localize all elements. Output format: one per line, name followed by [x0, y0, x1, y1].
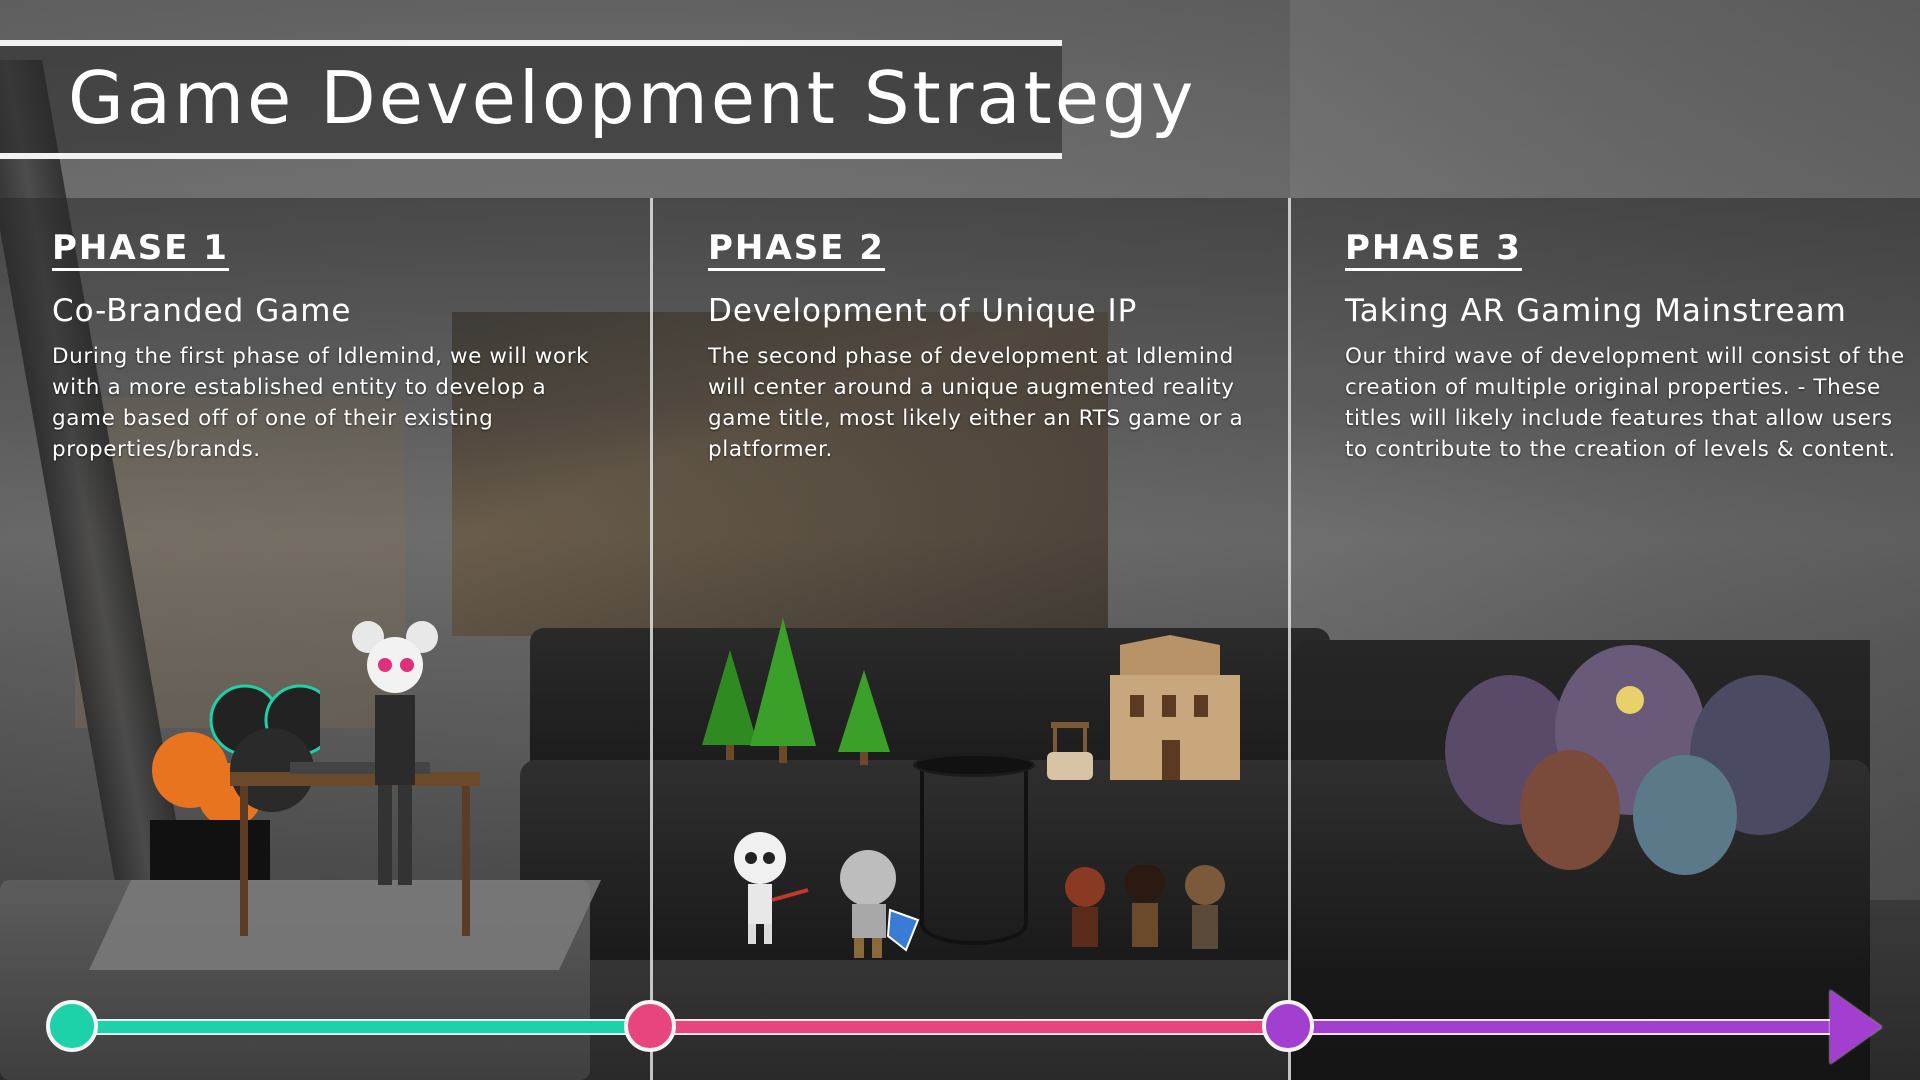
- phase-2-column: PHASE 2 Development of Unique IP The sec…: [708, 228, 1268, 465]
- phase-1-column: PHASE 1 Co-Branded Game During the first…: [52, 228, 612, 465]
- timeline-node-phase-3: [1262, 1000, 1314, 1052]
- phase-2-description: The second phase of development at Idlem…: [708, 344, 1244, 462]
- dj-character-icon: [352, 621, 438, 885]
- monster-characters-icon: [1445, 645, 1830, 875]
- timeline-node-phase-2: [624, 1000, 676, 1052]
- page-title: Game Development Strategy: [68, 56, 1197, 140]
- phase-1-description: During the first phase of Idlemind, we w…: [52, 344, 590, 462]
- knight-character-icon: [840, 850, 920, 958]
- slide: Game Development Strategy PHASE 1 Co-Bra…: [0, 0, 1920, 1080]
- phase-3-column: PHASE 3 Taking AR Gaming Mainstream Our …: [1345, 228, 1905, 465]
- phase-3-description: Our third wave of development will consi…: [1345, 344, 1905, 462]
- phase-1-subtitle: Co-Branded Game: [52, 293, 352, 329]
- skeleton-character-icon: [734, 832, 809, 944]
- tree-icon: [838, 670, 890, 765]
- phase-3-subtitle: Taking AR Gaming Mainstream: [1345, 293, 1847, 329]
- phase-2-subtitle: Development of Unique IP: [708, 293, 1138, 329]
- arrow-right-icon: [1830, 990, 1882, 1064]
- timeline-node-phase-1: [46, 1000, 98, 1052]
- chibi-characters-icon: [1065, 865, 1225, 949]
- timeline-segment-phase-1: [72, 1019, 652, 1035]
- tree-icon: [750, 618, 816, 763]
- timeline-segment-phase-3: [1288, 1019, 1848, 1035]
- phase-1-label: PHASE 1: [52, 228, 229, 271]
- side-table-top: [916, 756, 1032, 774]
- phase-divider: [650, 198, 653, 1080]
- building-icon: [1110, 635, 1240, 780]
- well-icon: [1047, 722, 1093, 780]
- title-rule-top: [0, 40, 1062, 46]
- phase-2-label: PHASE 2: [708, 228, 885, 271]
- phase-3-label: PHASE 3: [1345, 228, 1522, 271]
- timeline-segment-phase-2: [650, 1019, 1290, 1035]
- phase-divider: [1288, 198, 1291, 1080]
- timeline: [0, 990, 1920, 1064]
- title-rule-bottom: [0, 153, 1062, 159]
- side-table-base: [920, 770, 1028, 945]
